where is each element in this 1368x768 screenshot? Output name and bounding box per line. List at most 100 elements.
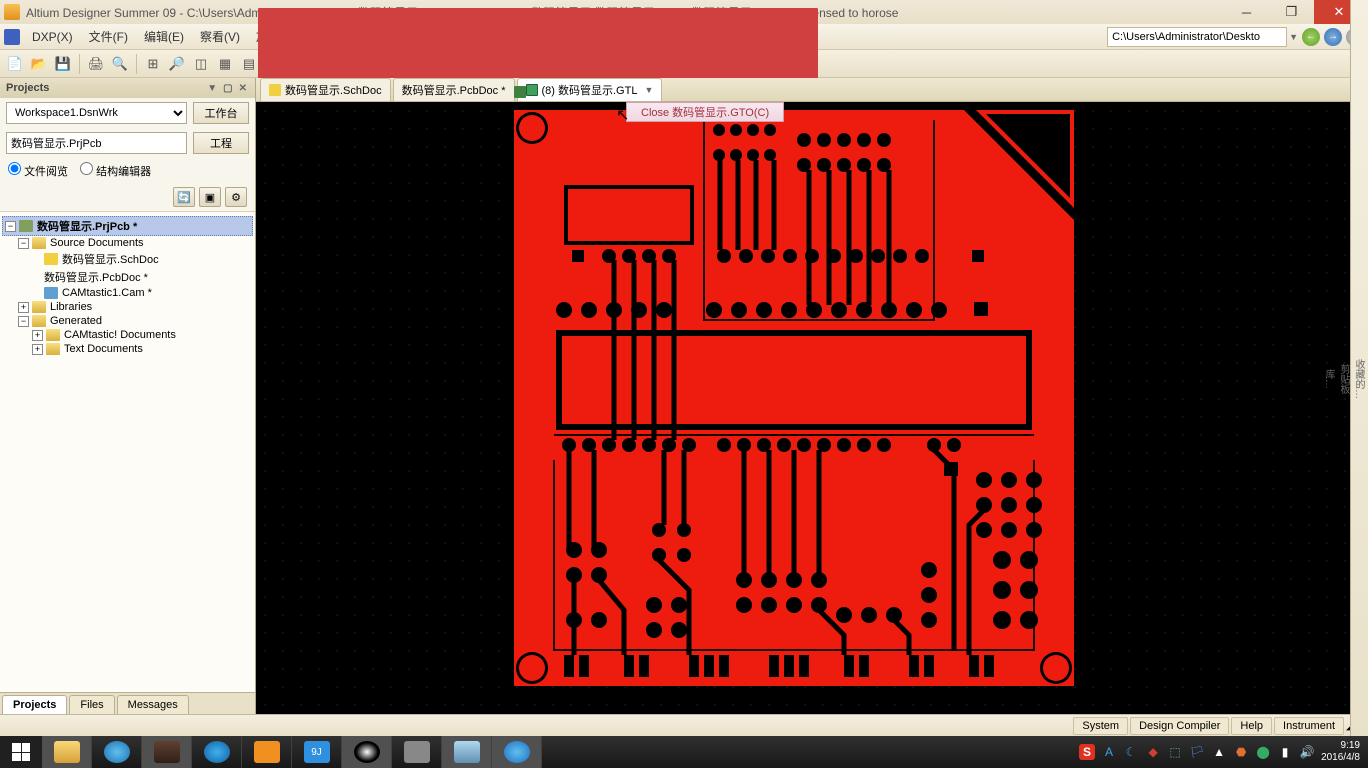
tray-icon-1[interactable]: A xyxy=(1101,744,1117,760)
menu-edit[interactable]: 编辑(E) xyxy=(136,25,192,48)
maximize-button[interactable]: ❐ xyxy=(1269,0,1314,24)
tab-dropdown-icon[interactable]: ▼ xyxy=(644,85,653,95)
status-system[interactable]: System xyxy=(1073,717,1128,735)
pcb-icon xyxy=(514,86,526,98)
tree-generated[interactable]: − Generated xyxy=(2,314,253,328)
pcb-layer-gtl xyxy=(514,110,1074,686)
menu-file[interactable]: 文件(F) xyxy=(81,25,136,48)
expander-icon[interactable]: + xyxy=(32,344,43,355)
doc-tab-pcbdoc[interactable]: 数码管显示.PcbDoc * xyxy=(393,78,515,102)
zoom-area-icon[interactable]: ◫ xyxy=(190,53,212,75)
radio-file-view[interactable]: 文件阅览 xyxy=(8,162,68,179)
right-panel-strip[interactable]: 收藏的… 剪贴板 库… xyxy=(1350,0,1368,768)
tree-file-cam[interactable]: CAMtastic1.Cam * xyxy=(2,286,253,300)
tab-context-menu[interactable]: Close 数码管显示.GTO(C) xyxy=(626,102,784,122)
workspace-button[interactable]: 工作台 xyxy=(193,102,249,124)
address-dropdown-icon[interactable]: ▼ xyxy=(1289,32,1298,42)
tree-camtastic-docs[interactable]: + CAMtastic! Documents xyxy=(2,328,253,342)
tab-messages[interactable]: Messages xyxy=(117,695,189,714)
tab-files[interactable]: Files xyxy=(69,695,114,714)
tray-icon-2[interactable]: ☾ xyxy=(1123,744,1139,760)
panel-pin-icon[interactable]: ▢ xyxy=(221,83,234,94)
gerber-canvas[interactable] xyxy=(256,102,1368,714)
nav-back-button[interactable]: ← xyxy=(1302,28,1320,46)
task-camera[interactable] xyxy=(392,736,442,768)
tab-projects[interactable]: Projects xyxy=(2,695,67,714)
explorer-icon xyxy=(54,741,80,763)
tray-up-icon[interactable]: ▲ xyxy=(1211,744,1227,760)
project-button[interactable]: 工程 xyxy=(193,132,249,154)
tree-libraries[interactable]: + Libraries xyxy=(2,300,253,314)
expander-icon[interactable]: + xyxy=(32,330,43,341)
save-icon[interactable]: 💾 xyxy=(52,53,74,75)
panel-close-icon[interactable]: ✕ xyxy=(237,83,249,94)
document-tabs: 数码管显示.SchDoc 数码管显示.PcbDoc * (8) 数码管显示.GT… xyxy=(256,78,1368,102)
tray-network-icon[interactable]: ▮ xyxy=(1277,744,1293,760)
status-help[interactable]: Help xyxy=(1231,717,1272,735)
task-explorer[interactable] xyxy=(42,736,92,768)
task-app3[interactable] xyxy=(242,736,292,768)
tree-text-docs[interactable]: + Text Documents xyxy=(2,342,253,356)
task-ie[interactable] xyxy=(492,736,542,768)
tree-file-schdoc[interactable]: 数码管显示.SchDoc xyxy=(2,250,253,268)
workspace-select[interactable]: Workspace1.DsnWrk xyxy=(6,102,187,124)
menu-view[interactable]: 察看(V) xyxy=(192,25,248,48)
expander-icon[interactable]: + xyxy=(18,302,29,313)
minimize-button[interactable]: ─ xyxy=(1224,0,1269,24)
options-icon[interactable]: ⚙ xyxy=(225,187,247,207)
expander-icon[interactable]: − xyxy=(18,316,29,327)
doc-tab-schdoc[interactable]: 数码管显示.SchDoc xyxy=(260,78,391,102)
expander-icon[interactable]: − xyxy=(5,221,16,232)
dxp-icon xyxy=(4,29,20,45)
strip-libraries[interactable]: 库… xyxy=(1321,6,1336,752)
zoom-fit-icon[interactable]: ⊞ xyxy=(142,53,164,75)
tray-icon-3[interactable]: ◆ xyxy=(1145,744,1161,760)
project-input[interactable] xyxy=(6,132,187,154)
grid-icon[interactable]: ▤ xyxy=(238,53,260,75)
system-tray: S A ☾ ◆ ⬚ 🏳 ▲ ⬣ ⬤ ▮ 🔊 9:192016/4/8 xyxy=(1071,740,1368,764)
open-icon[interactable]: 📂 xyxy=(28,53,50,75)
tray-volume-icon[interactable]: 🔊 xyxy=(1299,744,1315,760)
task-app2[interactable] xyxy=(192,736,242,768)
task-media-player[interactable] xyxy=(92,736,142,768)
tree-file-pcbdoc[interactable]: 数码管显示.PcbDoc * xyxy=(2,268,253,286)
strip-favorites[interactable]: 收藏的… xyxy=(1351,6,1366,752)
tray-icon-5[interactable]: 🏳 xyxy=(1189,744,1205,760)
task-app1[interactable] xyxy=(142,736,192,768)
preview-icon[interactable]: 🔍 xyxy=(109,53,131,75)
doc-tab-gtl[interactable]: (8) 数码管显示.GTL▼ xyxy=(517,78,663,102)
strip-clipboard[interactable]: 剪贴板 xyxy=(1336,6,1351,752)
menu-dxp[interactable]: DXP(X) xyxy=(24,27,81,47)
expand-icon[interactable]: ▣ xyxy=(199,187,221,207)
tray-icon-7[interactable]: ⬤ xyxy=(1255,744,1271,760)
tray-clock[interactable]: 9:192016/4/8 xyxy=(1321,740,1360,764)
tree-project-root[interactable]: − 数码管显示.PrjPcb * xyxy=(2,216,253,236)
status-design-compiler[interactable]: Design Compiler xyxy=(1130,717,1229,735)
qq-icon xyxy=(354,741,380,763)
projects-panel-header: Projects ▼ ▢ ✕ xyxy=(0,78,255,98)
app1-icon xyxy=(154,741,180,763)
task-app4[interactable]: 9J xyxy=(292,736,342,768)
print-icon[interactable]: 🖨 xyxy=(85,53,107,75)
expander-icon[interactable]: − xyxy=(18,238,29,249)
panel-dropdown-icon[interactable]: ▼ xyxy=(205,83,219,94)
sch-icon xyxy=(269,84,281,96)
layers-icon[interactable]: ▦ xyxy=(214,53,236,75)
radio-structure-editor[interactable]: 结构编辑器 xyxy=(80,162,151,179)
zoom-in-icon[interactable]: 🔎 xyxy=(166,53,188,75)
tree-source-documents[interactable]: − Source Documents xyxy=(2,236,253,250)
task-notepad[interactable] xyxy=(442,736,492,768)
project-tree: − 数码管显示.PrjPcb * − Source Documents 数码管显… xyxy=(0,212,255,692)
projects-panel: Projects ▼ ▢ ✕ Workspace1.DsnWrk 工作台 工程 … xyxy=(0,78,256,714)
taskbar: 9J S A ☾ ◆ ⬚ 🏳 ▲ ⬣ ⬤ ▮ 🔊 9:192016/4/8 xyxy=(0,736,1368,768)
tray-icon-4[interactable]: ⬚ xyxy=(1167,744,1183,760)
tray-icon-6[interactable]: ⬣ xyxy=(1233,744,1249,760)
ime-icon[interactable]: S xyxy=(1079,744,1095,760)
start-button[interactable] xyxy=(0,736,42,768)
cam-file-icon xyxy=(44,287,58,299)
new-icon[interactable]: 📄 xyxy=(4,53,26,75)
address-input[interactable] xyxy=(1107,27,1287,47)
refresh-icon[interactable]: 🔄 xyxy=(173,187,195,207)
app-icon xyxy=(4,4,20,20)
task-qq[interactable] xyxy=(342,736,392,768)
